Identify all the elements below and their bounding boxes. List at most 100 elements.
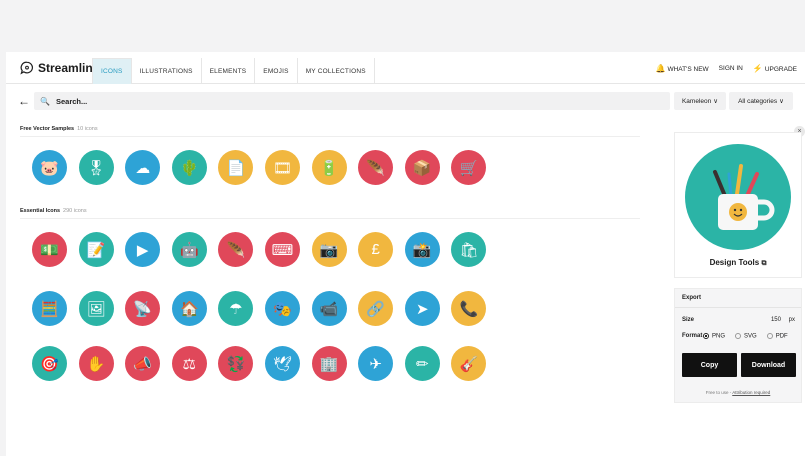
whats-new-label: WHAT'S NEW [667, 66, 709, 73]
cactus-icon[interactable]: 🌵 [171, 150, 207, 185]
preview-title: Design Tools ⧉ [675, 258, 801, 268]
scales-icon[interactable]: ⚖ [171, 346, 207, 381]
tab-elements[interactable]: ELEMENTS [202, 58, 256, 84]
nav-actions: 🔔 WHAT'S NEW SIGN IN ⚡ UPGRADE [656, 64, 798, 73]
target-icon[interactable]: 🎯 [32, 346, 67, 381]
chevron-down-icon: ∨ [779, 98, 784, 105]
search-input[interactable]: 🔍 Search... [34, 92, 670, 110]
cloud-download-icon[interactable]: ☁ [125, 150, 161, 185]
attribution-link[interactable]: Attribution required [732, 390, 770, 395]
medal-icon[interactable]: 🎖 [78, 150, 114, 185]
tab-icons[interactable]: ICONS [92, 58, 132, 84]
brand-logo[interactable]: Streamline [20, 61, 99, 75]
bell-icon: 🔔 [655, 64, 666, 73]
currency-exchange-icon[interactable]: 💱 [218, 346, 254, 381]
paper-plane-icon[interactable]: ✈ [358, 346, 394, 381]
size-value: 150 [770, 317, 781, 323]
piggy-bank-icon[interactable]: 🐷 [32, 150, 67, 185]
whats-new-link[interactable]: 🔔 WHAT'S NEW [656, 64, 709, 73]
style-dropdown[interactable]: Kameleon ∨ [674, 92, 726, 110]
icon-grid-essential-3: 🎯 ✋ 📣 ⚖ 💱 🕊 🏢 ✈ ✏ 🎸 [32, 346, 487, 381]
icon-grid-essential-2: 🧮 🖼 📡 🏠 ☂ 🎭 📹 🔗 ➤ 📞 [32, 291, 487, 326]
section-divider [20, 218, 640, 219]
robot-icon[interactable]: 🤖 [171, 232, 207, 267]
shopping-bag-icon[interactable]: 🛍 [451, 232, 487, 267]
broadcast-tower-icon[interactable]: 📡 [125, 291, 161, 326]
category-dropdown[interactable]: All categories ∨ [729, 92, 793, 110]
upgrade-link[interactable]: ⚡ UPGRADE [753, 64, 797, 73]
format-option-png[interactable]: PNG [703, 333, 725, 340]
icon-grid-free: 🐷 🎖 ☁ 🌵 📄 🎞 🔋 🪶 📦 🛒 [32, 150, 487, 185]
guitar-icon[interactable]: 🎸 [451, 346, 487, 381]
bookmark-document-icon[interactable]: 📄 [218, 150, 254, 185]
format-option-svg[interactable]: SVG [735, 333, 757, 340]
export-panel: Export Size 150 px Format PNG SVG PDF Co… [674, 288, 802, 403]
tab-my-collections[interactable]: MY COLLECTIONS [298, 58, 375, 84]
search-placeholder: Search... [55, 96, 88, 106]
search-icon: 🔍 [40, 96, 50, 106]
video-player-icon[interactable]: ▶ [125, 232, 161, 267]
picture-frame-icon[interactable]: 🖼 [78, 291, 114, 326]
size-field[interactable]: 150 px [771, 317, 795, 323]
format-option-pdf[interactable]: PDF [766, 333, 788, 340]
video-call-icon[interactable]: 📹 [311, 291, 347, 326]
edit-document-icon[interactable]: 📝 [78, 232, 114, 267]
upgrade-label: UPGRADE [764, 66, 797, 73]
section-count: 10 icons [77, 126, 98, 132]
cash-withdraw-icon[interactable]: 💵 [32, 232, 67, 267]
navigation-arrow-icon[interactable]: ➤ [404, 291, 440, 326]
license-note: Free to use - Attribution required [675, 390, 801, 395]
section-title: Free Vector Samples 10 icons [20, 126, 98, 132]
format-label: Format [682, 333, 703, 339]
external-link-icon[interactable]: ⧉ [761, 260, 766, 267]
calculator-icon[interactable]: 🧮 [32, 291, 67, 326]
lightning-icon: ⚡ [752, 64, 763, 73]
pencil-ruler-icon[interactable]: ✏ [404, 346, 440, 381]
format-pdf-label: PDF [775, 333, 788, 340]
design-tools-icon [685, 144, 791, 250]
icon-preview-card: Design Tools ⧉ [674, 132, 802, 278]
feather-quill-icon[interactable]: 🪶 [218, 232, 254, 267]
format-svg-label: SVG [744, 333, 757, 340]
pound-coin-icon[interactable]: £ [358, 232, 394, 267]
building-icon[interactable]: 🏢 [311, 346, 347, 381]
phone-icon[interactable]: 📞 [451, 291, 487, 326]
format-options: PNG SVG PDF [703, 333, 788, 340]
format-png-label: PNG [712, 333, 726, 340]
brand-name: Streamline [38, 61, 100, 75]
hierarchy-icon[interactable]: 🔗 [358, 291, 394, 326]
camera-icon[interactable]: 📷 [311, 232, 347, 267]
radio-icon [735, 333, 742, 339]
origami-bird-icon[interactable]: 🕊 [264, 346, 300, 381]
stop-hand-icon[interactable]: ✋ [78, 346, 114, 381]
main-tabs: ICONS ILLUSTRATIONS ELEMENTS EMOJIS MY C… [92, 58, 375, 84]
photo-camera-icon[interactable]: 📸 [404, 232, 440, 267]
section-title: Essential Icons 290 icons [20, 208, 87, 214]
feather-icon[interactable]: 🪶 [358, 150, 394, 185]
megaphone-icon[interactable]: 📣 [125, 346, 161, 381]
film-icon[interactable]: 🎞 [264, 150, 300, 185]
mug-with-tools-illustration [713, 164, 775, 230]
section-name: Essential Icons [20, 208, 61, 214]
house-key-icon[interactable]: 🏠 [171, 291, 207, 326]
back-arrow-icon[interactable]: ← [18, 92, 30, 110]
umbrella-money-icon[interactable]: ☂ [218, 291, 254, 326]
sign-in-link[interactable]: SIGN IN [719, 65, 743, 72]
tab-emojis[interactable]: EMOJIS [255, 58, 298, 84]
hand-truck-icon[interactable]: 🛒 [451, 150, 487, 185]
size-unit: px [788, 317, 795, 323]
license-prefix: Free to use - [705, 390, 732, 395]
export-divider [675, 307, 801, 308]
copy-button[interactable]: Copy [682, 353, 737, 377]
top-nav: Streamline ICONS ILLUSTRATIONS ELEMENTS … [6, 52, 805, 84]
wireless-keyboard-icon[interactable]: ⌨ [264, 232, 300, 267]
download-button[interactable]: Download [741, 353, 796, 377]
chat-bubble-icon [20, 61, 33, 75]
battery-icon[interactable]: 🔋 [311, 150, 347, 185]
radio-icon [766, 333, 773, 339]
presentation-stage-icon[interactable]: 🎭 [264, 291, 300, 326]
tab-illustrations[interactable]: ILLUSTRATIONS [132, 58, 202, 84]
size-label: Size [682, 317, 695, 323]
app-window: Streamline ICONS ILLUSTRATIONS ELEMENTS … [6, 52, 805, 456]
box-icon[interactable]: 📦 [404, 150, 440, 185]
